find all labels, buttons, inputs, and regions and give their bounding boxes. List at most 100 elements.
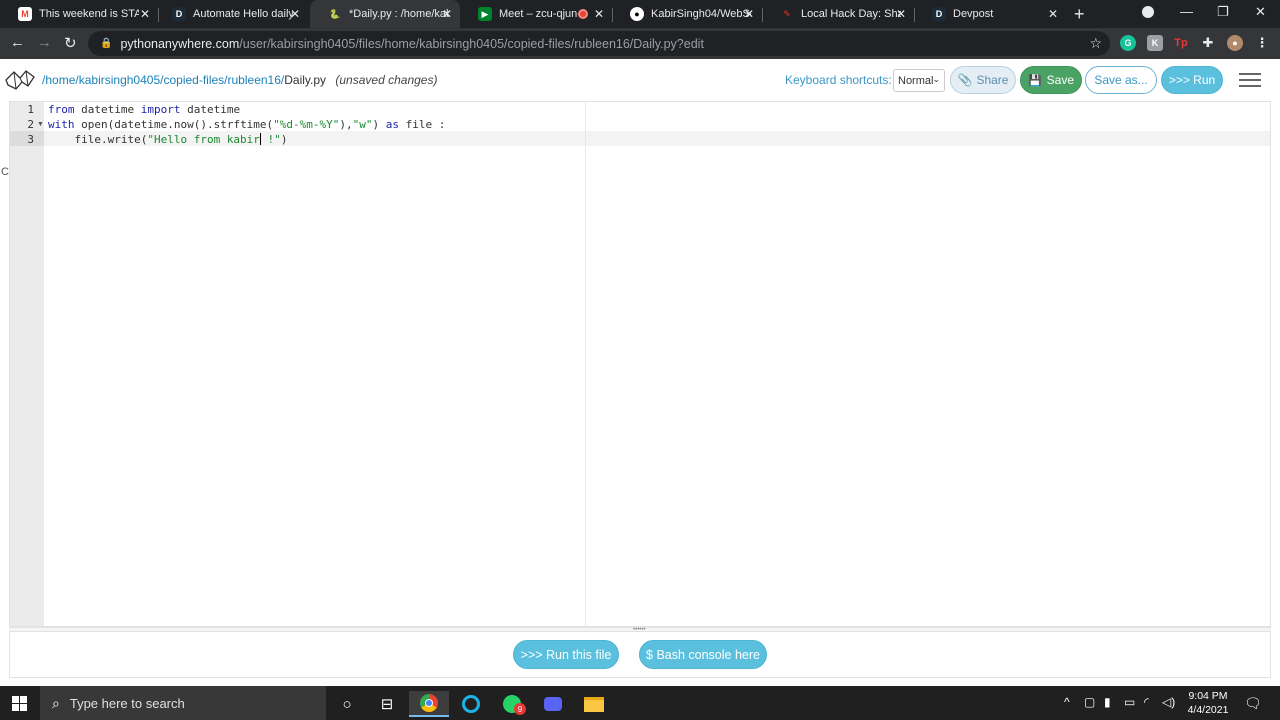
url-path: /user/kabirsingh0405/files/home/kabirsin…: [239, 36, 704, 51]
line-number-gutter: 1 2 ▼ 3: [10, 102, 44, 626]
print-margin: [585, 102, 586, 626]
save-button[interactable]: 💾 Save: [1020, 66, 1082, 94]
save-as-button[interactable]: Save as...: [1085, 66, 1157, 94]
tab-title: Automate Hello daily: [193, 8, 293, 20]
alexa-icon[interactable]: [451, 691, 491, 717]
breadcrumb-home[interactable]: home: [45, 73, 75, 87]
devpost-icon: D: [932, 7, 946, 21]
extensions-puzzle-icon[interactable]: ✚: [1200, 35, 1216, 51]
file-explorer-icon[interactable]: [574, 691, 614, 717]
windows-taskbar: ⌕ Type here to search ○ ⊟ 9 ^ ▢ ▮ ▭ ◜ ◁)…: [0, 686, 1280, 720]
profile-dropdown-icon[interactable]: [1142, 6, 1154, 18]
close-tab-icon[interactable]: ✕: [442, 7, 452, 21]
chrome-taskbar-icon[interactable]: [409, 691, 449, 717]
new-tab-icon[interactable]: +: [1074, 4, 1085, 25]
close-tab-icon[interactable]: ✕: [140, 7, 150, 21]
tab-title: This weekend is STACI: [39, 8, 139, 20]
run-button[interactable]: >>> Run: [1161, 66, 1223, 94]
breadcrumb-copied-files[interactable]: copied-files: [163, 73, 224, 87]
url-host: pythonanywhere.com: [120, 36, 240, 51]
close-tab-icon[interactable]: ✕: [290, 7, 300, 21]
close-tab-icon[interactable]: ✕: [594, 7, 604, 21]
forward-icon[interactable]: →: [37, 34, 52, 51]
tab-gmail[interactable]: M This weekend is STACI ✕: [0, 0, 158, 28]
clock-date: 4/4/2021: [1187, 704, 1229, 716]
meet-icon: ▶: [478, 7, 492, 21]
browser-toolbar: ← → ↻ 🔒 pythonanywhere.com/user/kabirsin…: [0, 28, 1280, 59]
line-number: 2: [27, 118, 34, 131]
save-label: Save: [1046, 73, 1075, 87]
tab-title: Meet – zcu-qjun-: [499, 8, 581, 20]
bookmark-star-icon[interactable]: ☆: [1089, 35, 1102, 52]
notification-badge: 9: [514, 703, 526, 715]
volume-icon[interactable]: ◁): [1162, 695, 1175, 709]
line-number: 3: [27, 133, 34, 146]
breadcrumb: /home/kabirsingh0405/copied-files/rublee…: [42, 73, 438, 87]
github-icon: ●: [630, 7, 644, 21]
lock-icon: 🔒: [100, 38, 113, 49]
code-line: with open(datetime.now().strftime("%d-%m…: [48, 118, 446, 131]
pythonanywhere-logo[interactable]: [4, 68, 36, 92]
breadcrumb-filename: Daily.py: [284, 73, 327, 87]
close-tab-icon[interactable]: ✕: [1048, 7, 1058, 21]
extension-tp-icon[interactable]: Tp: [1173, 35, 1189, 51]
tab-local-hack-day[interactable]: ✎ Local Hack Day: Share ✕: [762, 0, 914, 28]
restore-icon[interactable]: ❐: [1217, 4, 1229, 20]
close-tab-icon[interactable]: ✕: [896, 7, 906, 21]
fold-arrow-icon[interactable]: ▼: [37, 121, 44, 128]
cortana-icon[interactable]: ○: [327, 691, 367, 717]
run-this-file-button[interactable]: >>> Run this file: [513, 640, 619, 669]
reload-icon[interactable]: ↻: [64, 34, 77, 52]
tab-github[interactable]: ● KabirSingh04/WebScr ✕: [612, 0, 762, 28]
tab-title: KabirSingh04/WebScr: [651, 8, 751, 20]
tab-title: *Daily.py : /home/kab: [349, 8, 449, 20]
chrome-icon: [420, 694, 438, 712]
share-label: Share: [976, 73, 1009, 87]
share-button[interactable]: 📎 Share: [950, 66, 1016, 94]
microphone-icon[interactable]: ▮: [1104, 695, 1111, 709]
whatsapp-icon[interactable]: 9: [492, 691, 532, 717]
pythonanywhere-icon: 🐍: [329, 8, 341, 19]
close-window-icon[interactable]: ✕: [1255, 4, 1266, 20]
grammarly-icon[interactable]: G: [1120, 35, 1136, 51]
code-editor[interactable]: 1 2 ▼ 3 from datetime import datetime wi…: [9, 101, 1271, 627]
back-icon[interactable]: ←: [10, 34, 25, 51]
address-bar[interactable]: 🔒 pythonanywhere.com/user/kabirsingh0405…: [88, 31, 1110, 56]
notifications-icon[interactable]: 🗨: [1244, 695, 1262, 712]
chrome-menu-icon[interactable]: ⋮: [1254, 35, 1270, 51]
gmail-icon: M: [18, 7, 32, 21]
mlh-icon: ✎: [783, 8, 791, 19]
keyboard-mode-select[interactable]: Normal ⌄: [893, 69, 945, 92]
keyboard-shortcuts-label: Keyboard shortcuts:: [785, 73, 892, 87]
clock-time: 9:04 PM: [1188, 690, 1228, 702]
discord-icon[interactable]: [533, 691, 573, 717]
taskbar-search[interactable]: ⌕ Type here to search: [40, 686, 326, 720]
tab-daily-py[interactable]: 🐍 *Daily.py : /home/kab ✕: [310, 0, 460, 28]
browser-tab-strip: M This weekend is STACI ✕ D Automate Hel…: [0, 0, 1280, 28]
breadcrumb-rubleen16[interactable]: rubleen16: [228, 73, 281, 87]
tab-title: Local Hack Day: Share: [801, 8, 901, 20]
system-clock[interactable]: 9:04 PM 4/4/2021: [1186, 689, 1230, 717]
minimize-icon[interactable]: —: [1180, 4, 1193, 19]
tab-meet[interactable]: ▶ Meet – zcu-qjun- ✕: [460, 0, 612, 28]
breadcrumb-user[interactable]: kabirsingh0405: [79, 73, 160, 87]
paperclip-icon: 📎: [957, 73, 973, 87]
battery-icon[interactable]: ▭: [1124, 695, 1135, 709]
tray-chevron-up-icon[interactable]: ^: [1064, 695, 1070, 709]
close-tab-icon[interactable]: ✕: [744, 7, 754, 21]
tab-automate[interactable]: D Automate Hello daily ✕: [154, 0, 308, 28]
wifi-icon[interactable]: ◜: [1144, 695, 1149, 709]
meet-now-icon[interactable]: ▢: [1084, 695, 1095, 709]
windows-start-icon[interactable]: [12, 696, 27, 711]
floppy-disk-icon: 💾: [1027, 74, 1042, 87]
editor-header: /home/kabirsingh0405/copied-files/rublee…: [0, 59, 1280, 101]
chevron-down-icon: ⌄: [932, 74, 940, 84]
extension-k-icon[interactable]: K: [1147, 35, 1163, 51]
task-view-icon[interactable]: ⊟: [367, 691, 407, 717]
bash-console-button[interactable]: $ Bash console here: [639, 640, 767, 669]
hamburger-menu-icon[interactable]: [1236, 70, 1264, 90]
tab-devpost[interactable]: D Devpost ✕: [914, 0, 1066, 28]
avatar[interactable]: ●: [1227, 35, 1243, 51]
recording-icon: [578, 9, 588, 19]
code-line: from datetime import datetime: [48, 103, 241, 116]
